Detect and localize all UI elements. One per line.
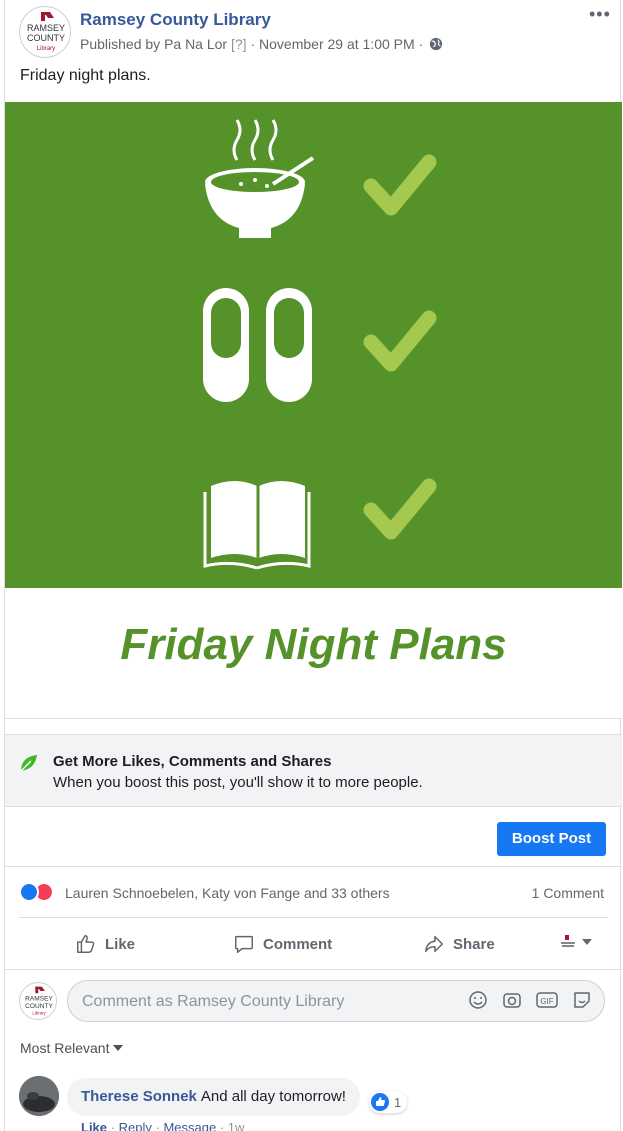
post-card: RAMSEY COUNTY Library Ramsey County Libr… <box>4 0 622 1131</box>
globe-icon[interactable] <box>429 37 443 51</box>
reaction-names[interactable]: Lauren Schnoebelen, Katy von Fange and 3… <box>65 885 390 901</box>
comment-button[interactable]: Comment <box>233 930 332 958</box>
composer-icons: GIF <box>468 990 592 1010</box>
library-logo: RAMSEY COUNTY Library <box>25 986 53 1015</box>
boost-banner: Get More Likes, Comments and Shares When… <box>5 734 622 807</box>
published-by-prefix: Published by <box>80 36 161 52</box>
comment-actions: Like · Reply · Message · 1w <box>81 1120 244 1131</box>
checkmark-icon <box>363 478 437 540</box>
comment-composer[interactable]: GIF <box>67 980 605 1022</box>
svg-text:Library: Library <box>32 1010 46 1015</box>
svg-text:Library: Library <box>37 46 55 52</box>
divider <box>5 969 622 970</box>
comment-author[interactable]: Therese Sonnek <box>81 1088 197 1105</box>
separator: · <box>110 1120 115 1131</box>
image-divider <box>5 718 622 719</box>
divider <box>19 917 608 918</box>
comment-reaction-count: 1 <box>394 1094 402 1110</box>
help-marker[interactable]: [?] <box>231 36 247 52</box>
image-title: Friday Night Plans <box>120 620 507 669</box>
comment-like-link[interactable]: Like <box>81 1120 107 1131</box>
image-green-panel <box>5 102 622 588</box>
post-as-page-selector[interactable] <box>558 932 592 952</box>
comment-reply-link[interactable]: Reply <box>119 1120 152 1131</box>
comment-text: And all day tomorrow! <box>200 1088 346 1105</box>
divider <box>5 866 622 867</box>
share-label: Share <box>453 935 495 953</box>
separator: · <box>155 1120 160 1131</box>
user-photo <box>19 1076 59 1116</box>
post-timestamp[interactable]: November 29 at 1:00 PM <box>259 36 415 52</box>
comment-age[interactable]: 1w <box>228 1120 245 1131</box>
comment-input[interactable] <box>82 991 442 1013</box>
thumbs-up-icon <box>77 935 95 953</box>
open-book-icon <box>203 481 311 570</box>
commenter-avatar[interactable] <box>19 1076 59 1116</box>
share-icon <box>425 935 443 953</box>
chevron-down-icon <box>582 939 592 945</box>
reaction-icons[interactable] <box>19 882 54 902</box>
publisher-name[interactable]: Pa Na Lor <box>164 36 227 52</box>
checkmark-icon <box>363 154 437 216</box>
page-avatar[interactable]: RAMSEY COUNTY Library <box>19 6 71 58</box>
page-mini-avatar <box>561 935 575 947</box>
post-caption: Friday night plans. <box>20 67 151 84</box>
comment-sort-dropdown[interactable]: Most Relevant <box>20 1040 124 1056</box>
comment-bubble: Therese Sonnek And all day tomorrow! <box>67 1078 360 1116</box>
plans-illustration <box>203 119 437 570</box>
meta-separator: · <box>250 36 256 52</box>
sticker-icon[interactable] <box>572 990 592 1010</box>
like-reaction-icon <box>371 1093 389 1111</box>
camera-icon[interactable] <box>502 990 522 1010</box>
post-image[interactable]: Friday Night Plans <box>5 102 622 719</box>
sort-label: Most Relevant <box>20 1040 110 1056</box>
soup-bowl-icon <box>205 119 315 238</box>
separator: · <box>219 1120 225 1131</box>
leaf-icon <box>20 755 37 772</box>
post-meta: Published by Pa Na Lor [?] · November 29… <box>80 36 443 52</box>
emoji-icon[interactable] <box>468 990 488 1010</box>
like-button[interactable]: Like <box>75 930 135 958</box>
svg-text:RAMSEY: RAMSEY <box>25 996 53 1003</box>
svg-text:COUNTY: COUNTY <box>27 33 65 43</box>
gif-icon[interactable]: GIF <box>536 990 558 1010</box>
boost-subtitle: When you boost this post, you'll show it… <box>53 774 423 791</box>
checkmark-icon <box>363 310 437 372</box>
boost-title: Get More Likes, Comments and Shares <box>53 753 332 770</box>
svg-text:GIF: GIF <box>540 997 553 1006</box>
like-label: Like <box>105 935 136 953</box>
library-logo: RAMSEY COUNTY Library <box>27 12 65 52</box>
comment-label: Comment <box>263 935 333 953</box>
chevron-down-icon <box>113 1045 124 1051</box>
commenter-avatar: RAMSEY COUNTY Library <box>19 982 57 1020</box>
comment-message-link[interactable]: Message <box>163 1120 216 1131</box>
more-options-button[interactable]: ••• <box>589 4 611 25</box>
slippers-icon <box>203 288 312 402</box>
comment-icon <box>235 935 253 953</box>
svg-text:COUNTY: COUNTY <box>25 1003 53 1010</box>
svg-text:RAMSEY: RAMSEY <box>27 23 65 33</box>
page-name-link[interactable]: Ramsey County Library <box>80 10 271 30</box>
comment-count-link[interactable]: 1 Comment <box>532 885 604 901</box>
boost-post-button[interactable]: Boost Post <box>497 822 606 856</box>
share-button[interactable]: Share <box>423 930 495 958</box>
comment-reaction-badge[interactable]: 1 <box>369 1091 408 1113</box>
like-reaction-icon <box>19 882 39 902</box>
meta-separator-2: · <box>418 36 424 52</box>
